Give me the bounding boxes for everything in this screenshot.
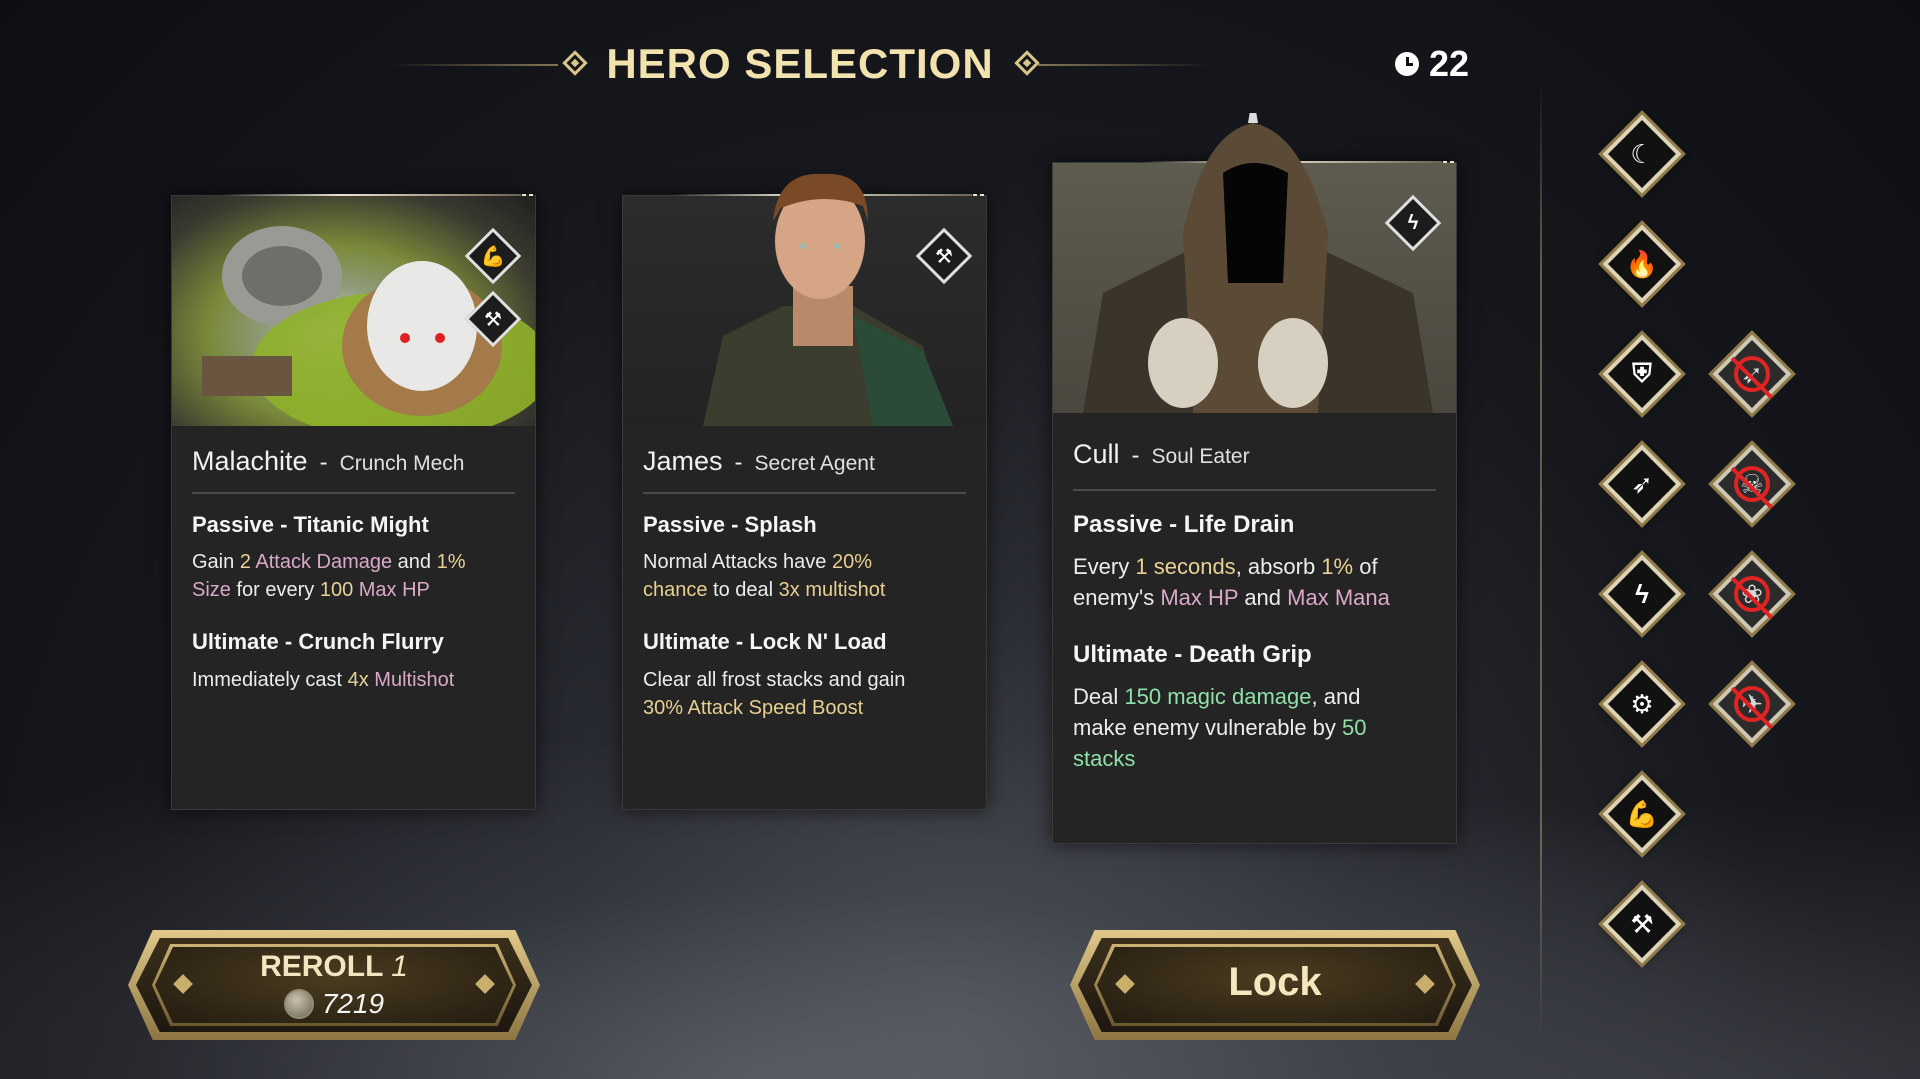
separator — [192, 492, 515, 494]
lightning-icon[interactable]: ϟ — [1602, 554, 1682, 634]
banned-flower-icon: ❀ — [1712, 554, 1792, 634]
reroll-cost: 7219 — [321, 988, 385, 1019]
name-dash: - — [734, 449, 743, 476]
header: HERO SELECTION — [390, 36, 1490, 96]
hero-card-james[interactable]: ⚒ James - Secret Agent Passive - Splash … — [622, 173, 987, 810]
crossed-hammers-icon[interactable]: ⚒ — [1602, 884, 1682, 964]
ban-mark — [1728, 680, 1776, 728]
name-dash: - — [319, 449, 328, 476]
moon-blade-icon[interactable]: ☾ — [1602, 114, 1682, 194]
shield-icon[interactable]: ⛨ — [1602, 334, 1682, 414]
fire-icon[interactable]: 🔥 — [1602, 224, 1682, 304]
banned-bird-icon: ✈ — [1712, 664, 1792, 744]
reroll-label: REROLL — [260, 950, 383, 983]
sidebar-divider — [1540, 80, 1542, 1040]
ultimate-title: Ultimate - Crunch Flurry — [192, 629, 444, 654]
passive-description: Normal Attacks have 20% chance to deal 3… — [643, 551, 886, 601]
passive-title: Passive - Splash — [643, 512, 817, 537]
ban-mark — [1728, 570, 1776, 618]
banned-skull-icon: ☠ — [1712, 444, 1792, 524]
clock-icon — [1395, 52, 1419, 76]
header-diamond-left — [562, 50, 588, 76]
hero-namebar: Cull - Soul Eater — [1053, 439, 1456, 470]
reroll-count: 1 — [391, 950, 408, 983]
hero-card-malachite[interactable]: 💪 ⚒ Malachite - Crunch Mech Passive - Ti… — [171, 194, 536, 810]
hero-name: Cull — [1073, 439, 1120, 469]
header-diamond-right — [1014, 50, 1040, 76]
separator — [643, 492, 966, 494]
cull-art — [1083, 113, 1433, 413]
gear-eye-icon[interactable]: ⚙ — [1602, 664, 1682, 744]
separator — [1073, 489, 1436, 491]
hero-portrait-james — [623, 173, 986, 426]
ban-mark — [1728, 460, 1776, 508]
ultimate-description: Clear all frost stacks and gain 30% Atta… — [643, 669, 906, 719]
hero-name: Malachite — [192, 446, 308, 476]
hero-class: Crunch Mech — [339, 452, 465, 475]
lock-button[interactable]: Lock — [1070, 930, 1480, 1040]
page-title: HERO SELECTION — [606, 40, 994, 87]
ultimate-description: Immediately cast 4x Multishot — [192, 669, 455, 691]
ultimate-description: Deal 150 magic damage, and make enemy vu… — [1073, 684, 1367, 771]
countdown-timer: 22 — [1395, 42, 1469, 86]
james-art — [703, 173, 953, 426]
hero-portrait-cull — [1053, 113, 1456, 413]
ban-mark — [1728, 350, 1776, 398]
coin-icon — [283, 989, 314, 1019]
reroll-label-row: REROLL 1 — [128, 950, 540, 984]
passive-title: Passive - Titanic Might — [192, 512, 429, 537]
passive-description: Every 1 seconds, absorb 1% of enemy's Ma… — [1073, 554, 1390, 610]
hero-class: Soul Eater — [1151, 445, 1250, 468]
reroll-button[interactable]: REROLL 1 7219 — [128, 930, 540, 1040]
muscle-arm-icon[interactable]: 💪 — [1602, 774, 1682, 854]
header-line-right — [1038, 64, 1208, 66]
reroll-cost-row: 7219 — [128, 988, 540, 1020]
passive-title: Passive - Life Drain — [1073, 511, 1295, 538]
passive-description: Gain 2 Attack Damage and 1% Size for eve… — [192, 551, 466, 601]
ultimate-title: Ultimate - Death Grip — [1073, 641, 1312, 668]
name-dash: - — [1131, 442, 1140, 469]
hero-name: James — [643, 446, 723, 476]
hero-card-cull[interactable]: ϟ Cull - Soul Eater Passive - Life Drain… — [1052, 113, 1457, 844]
banned-wing-icon: ➶ — [1712, 334, 1792, 414]
hero-class: Secret Agent — [754, 452, 875, 475]
hero-namebar: Malachite - Crunch Mech — [172, 446, 535, 477]
lock-label: Lock — [1228, 960, 1322, 1004]
header-line-left — [390, 64, 558, 66]
wing-icon[interactable]: ➶ — [1602, 444, 1682, 524]
hero-namebar: James - Secret Agent — [623, 446, 986, 477]
ultimate-title: Ultimate - Lock N' Load — [643, 629, 887, 654]
timer-value: 22 — [1429, 43, 1470, 84]
